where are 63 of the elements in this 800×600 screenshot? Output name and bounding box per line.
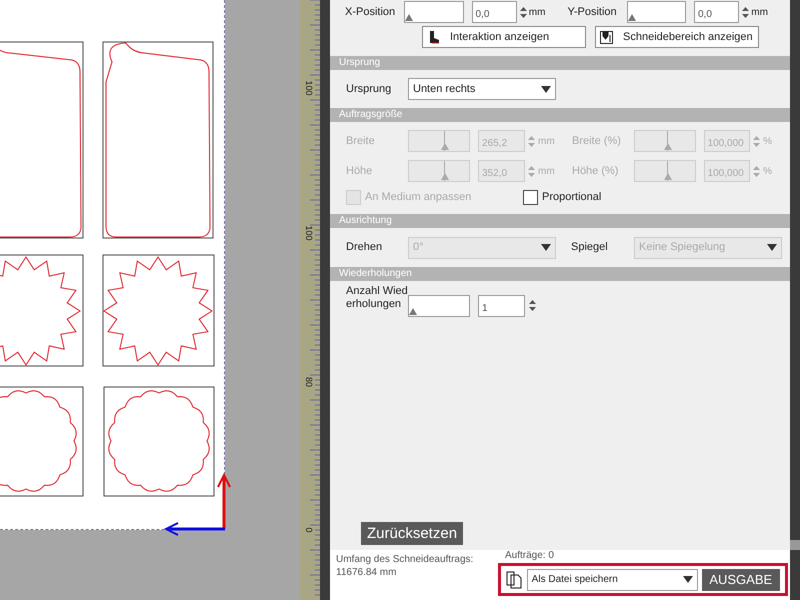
caret-icon bbox=[682, 576, 693, 583]
summary-value: 11676.84 mm bbox=[336, 566, 398, 579]
section-header: Ausrichtung bbox=[330, 214, 790, 228]
slider[interactable] bbox=[408, 160, 470, 182]
pages-icon bbox=[506, 570, 523, 588]
dropdown-value: 0° bbox=[413, 240, 424, 256]
field-label: Y-Position bbox=[568, 4, 618, 20]
number-field[interactable]: 1 bbox=[478, 294, 525, 316]
ruler-label: 0 bbox=[304, 528, 314, 532]
unit-label: mm bbox=[538, 134, 555, 148]
toggle-button[interactable]: Schneidebereich anzeigen bbox=[595, 26, 759, 48]
spinner-arrows-icon[interactable] bbox=[520, 6, 527, 18]
field-label: Höhe (%) bbox=[572, 164, 620, 179]
section-header: Auftragsgröße bbox=[330, 108, 790, 122]
job-count: Aufträge: 0 bbox=[505, 550, 554, 562]
unit-label: mm bbox=[538, 164, 555, 178]
output-button[interactable]: AUSGABE bbox=[702, 568, 780, 590]
field-label: Höhe bbox=[346, 164, 374, 179]
checkbox-label: An Medium anpassen bbox=[365, 190, 472, 205]
checkbox[interactable] bbox=[523, 190, 538, 205]
caret-icon bbox=[541, 244, 551, 251]
caret-icon bbox=[541, 86, 551, 92]
dropdown-value: Als Datei speichern bbox=[532, 573, 618, 587]
field-label: Anzahl Wiederholungen bbox=[346, 284, 408, 310]
spinner-arrows-icon[interactable] bbox=[742, 6, 750, 18]
field-label: X-Position bbox=[345, 4, 396, 20]
slider[interactable] bbox=[634, 160, 696, 182]
section-header: Wiederholungen bbox=[330, 266, 790, 280]
field-label: Ursprung bbox=[346, 82, 392, 97]
dropdown[interactable]: Als Datei speichern bbox=[526, 568, 698, 590]
ruler-label: 100 bbox=[304, 225, 314, 241]
section-header: Ursprung bbox=[330, 56, 790, 70]
number-field[interactable]: 0,0 bbox=[694, 1, 740, 23]
dropdown[interactable]: Unten rechts bbox=[408, 78, 556, 100]
field-label: Drehen bbox=[346, 240, 384, 256]
dropdown-value: Unten rechts bbox=[413, 82, 476, 97]
x-axis-arrow bbox=[164, 522, 225, 536]
unit-label: % bbox=[763, 134, 772, 148]
ruler-label: 100 bbox=[304, 80, 314, 96]
slider[interactable] bbox=[626, 1, 686, 23]
reset-button[interactable]: Zurücksetzen bbox=[361, 522, 464, 545]
unit-label: mm bbox=[751, 6, 768, 20]
slider[interactable] bbox=[634, 130, 696, 152]
field-label: Spiegel bbox=[571, 240, 609, 256]
dropdown-value: Keine Spiegelung bbox=[639, 240, 726, 256]
unit-label: % bbox=[763, 164, 772, 178]
spinner-arrows-icon[interactable] bbox=[529, 300, 536, 310]
cursor-tool-icon bbox=[427, 30, 440, 44]
slider[interactable] bbox=[408, 294, 470, 316]
ruler-label: 80 bbox=[304, 377, 314, 387]
field-label: Breite (%) bbox=[572, 134, 622, 149]
frame-icon bbox=[600, 30, 613, 44]
scrollbar-thumb[interactable] bbox=[790, 540, 800, 550]
y-axis-arrow bbox=[217, 472, 231, 529]
caret-icon bbox=[767, 244, 777, 251]
summary-label: Umfang des Schneideauftrags: bbox=[336, 553, 474, 566]
unit-label: mm bbox=[528, 6, 546, 20]
toggle-button[interactable]: Interaktion anzeigen bbox=[422, 26, 586, 48]
checkbox-label: Proportional bbox=[542, 190, 602, 205]
field-label: Breite bbox=[346, 134, 376, 149]
slider[interactable] bbox=[404, 1, 464, 23]
slider[interactable] bbox=[408, 130, 470, 152]
number-field[interactable]: 0,0 bbox=[472, 1, 517, 23]
